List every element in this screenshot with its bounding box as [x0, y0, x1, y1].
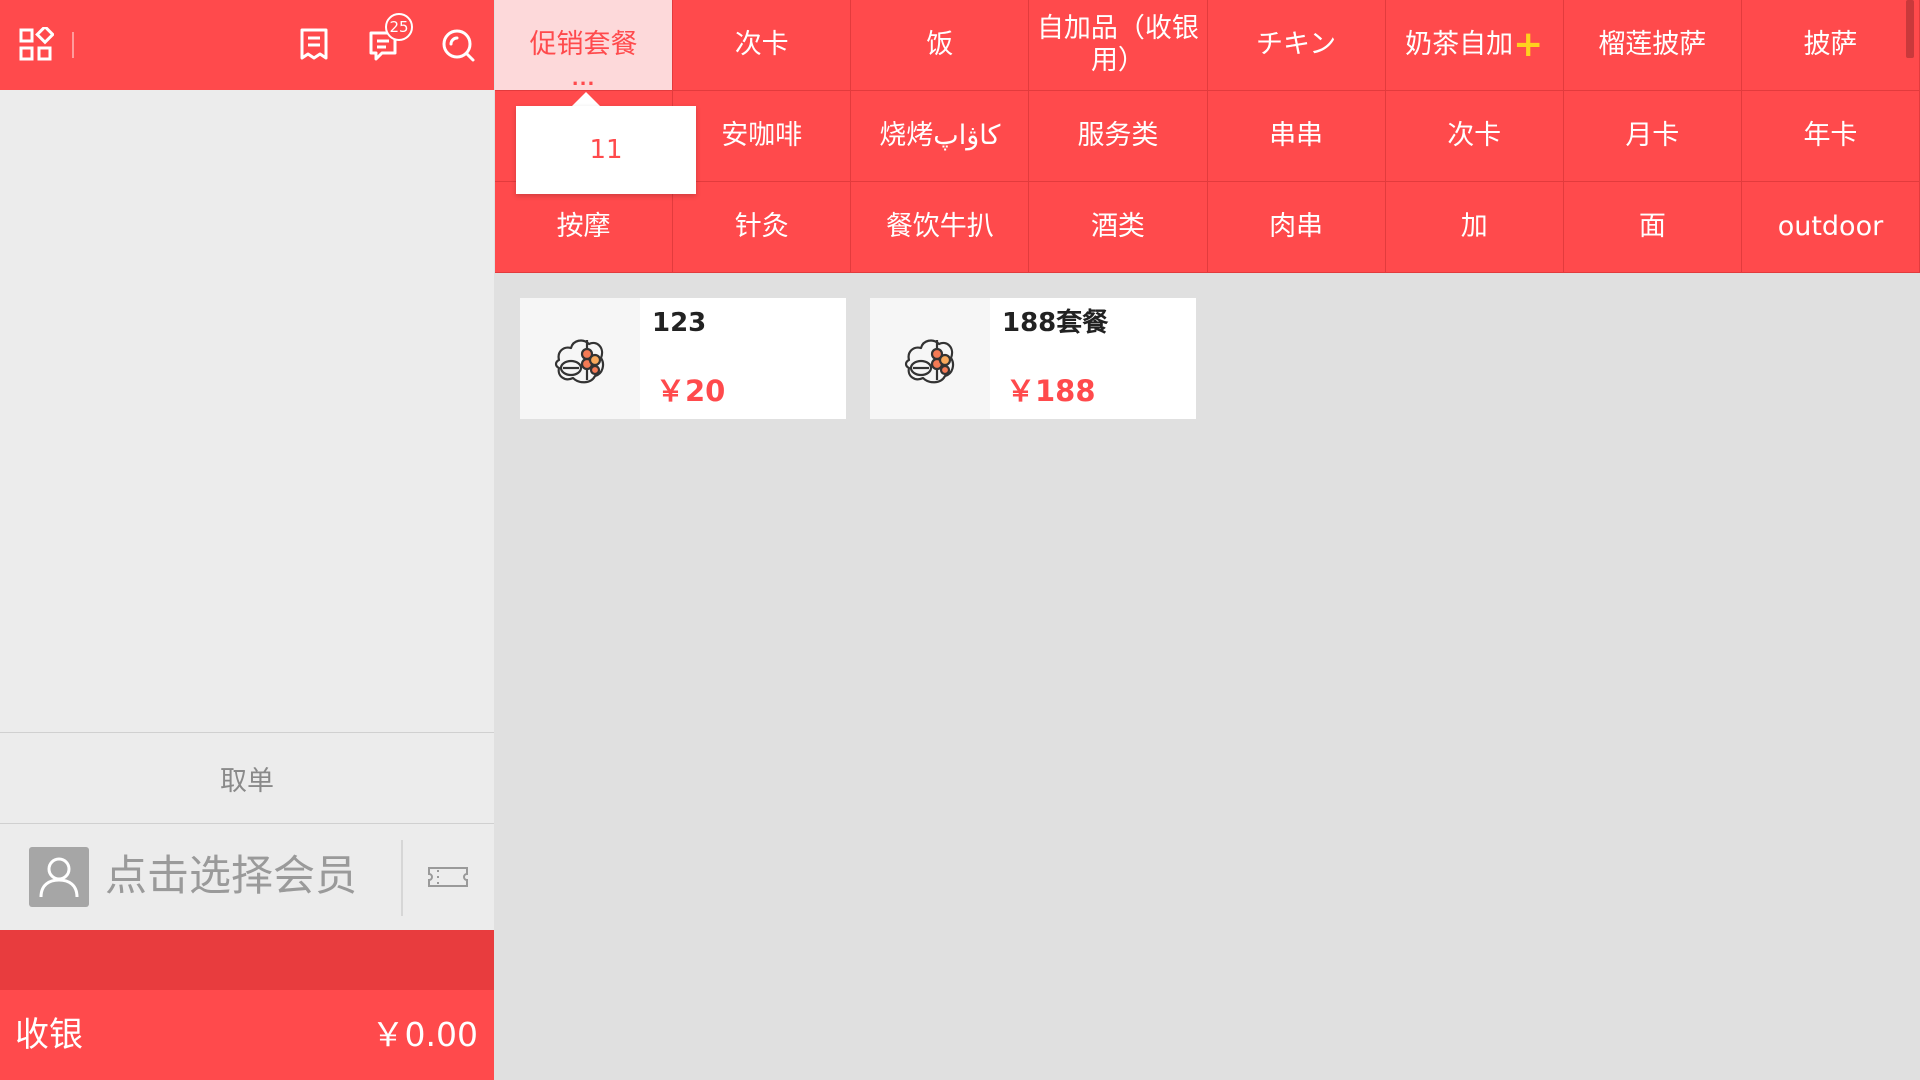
category-label: 针灸: [734, 211, 789, 242]
category-label: 奶茶自加: [1405, 29, 1514, 60]
category-label: 面: [1638, 211, 1666, 242]
pickup-order-button[interactable]: 取单: [0, 732, 494, 824]
receipt-icon[interactable]: [296, 27, 332, 63]
product-price: ￥188: [1006, 374, 1096, 408]
category-tab[interactable]: 按摩: [495, 182, 674, 273]
category-grid: 促销套餐... 次卡 饭 自加品（收银 用） チキン 奶茶自加 + 榴莲披萨 披萨安咖啡 烧烤كا…: [495, 0, 1920, 273]
plus-icon: +: [1513, 24, 1544, 65]
category-label: 自加品（收银 用）: [1036, 13, 1199, 76]
checkout-total-amount: ￥0.00: [371, 1015, 478, 1054]
category-label: 服务类: [1077, 120, 1159, 151]
category-label: 餐饮牛扒: [885, 211, 994, 242]
category-tab[interactable]: 年卡: [1741, 91, 1920, 182]
category-tab[interactable]: 针灸: [673, 182, 852, 273]
category-label: 肉串: [1269, 211, 1324, 242]
food-icon: [870, 298, 990, 419]
category-tab[interactable]: 面: [1563, 182, 1742, 273]
category-tab[interactable]: 自加品（收银 用）: [1029, 0, 1208, 91]
category-tab[interactable]: 加: [1385, 182, 1564, 273]
product-name: 188套餐: [1002, 308, 1109, 338]
category-label: 烧烤كاۋاپ: [879, 120, 1001, 151]
more-dots-icon: ...: [571, 69, 596, 90]
member-bar: 点击选择会员: [0, 824, 494, 930]
toolbar-divider: [72, 32, 74, 58]
category-tab[interactable]: 餐饮牛扒: [851, 182, 1030, 273]
product-card[interactable]: 123 ￥20: [520, 298, 846, 419]
member-divider: [401, 840, 403, 916]
order-summary-strip: [0, 930, 494, 990]
category-tab[interactable]: 饭: [851, 0, 1030, 91]
category-label: チキン: [1255, 29, 1337, 60]
category-tab[interactable]: 次卡: [1385, 91, 1564, 182]
message-count-badge: 25: [385, 13, 413, 41]
category-tab[interactable]: 奶茶自加 +: [1385, 0, 1564, 91]
category-label: 加: [1460, 211, 1488, 242]
coupon-icon[interactable]: [426, 860, 470, 894]
subcategory-popup-item[interactable]: 11: [516, 106, 696, 194]
product-price: ￥20: [656, 374, 726, 408]
category-tab[interactable]: 服务类: [1029, 91, 1208, 182]
category-tab[interactable]: 肉串: [1207, 182, 1386, 273]
category-label: 酒类: [1090, 211, 1145, 242]
category-tab[interactable]: チキン: [1207, 0, 1386, 91]
category-tab[interactable]: 月卡: [1563, 91, 1742, 182]
category-tab[interactable]: outdoor: [1741, 182, 1920, 273]
popup-arrow: [572, 92, 600, 106]
grid-menu-icon[interactable]: [18, 27, 54, 63]
category-tab[interactable]: 披萨: [1741, 0, 1920, 91]
category-label: outdoor: [1777, 211, 1884, 242]
member-placeholder-text: 点击选择会员: [105, 851, 358, 900]
category-scrollbar[interactable]: [1906, 0, 1914, 58]
product-card[interactable]: 188套餐 ￥188: [870, 298, 1196, 419]
category-label: 按摩: [556, 211, 611, 242]
category-label: 榴莲披萨: [1598, 29, 1707, 60]
search-icon[interactable]: [440, 27, 476, 63]
category-label: 披萨: [1803, 29, 1858, 60]
checkout-label: 收银: [15, 1015, 83, 1055]
category-label: 饭: [926, 29, 954, 60]
category-label: 次卡: [734, 29, 789, 60]
product-name: 123: [652, 308, 707, 338]
category-tab[interactable]: 烧烤كاۋاپ: [851, 91, 1030, 182]
category-tab[interactable]: 榴莲披萨: [1563, 0, 1742, 91]
category-tab[interactable]: 促销套餐...: [495, 0, 674, 91]
category-label: 月卡: [1625, 120, 1680, 151]
category-label: 年卡: [1803, 120, 1858, 151]
category-tab[interactable]: 次卡: [673, 0, 852, 91]
member-avatar-icon: [29, 847, 89, 907]
category-label: 串串: [1269, 120, 1324, 151]
category-tab[interactable]: 安咖啡: [673, 91, 852, 182]
order-panel: 25 取单 点击选择会员 收银 ￥0.00: [0, 0, 494, 1080]
top-toolbar: 25: [0, 0, 494, 90]
select-member-button[interactable]: 点击选择会员: [0, 824, 400, 930]
order-items-list: [0, 90, 494, 732]
category-tab[interactable]: 串串: [1207, 91, 1386, 182]
food-icon: [520, 298, 640, 419]
category-label: 次卡: [1447, 120, 1502, 151]
category-tab[interactable]: 酒类: [1029, 182, 1208, 273]
category-label: 安咖啡: [721, 120, 803, 151]
category-label: 促销套餐: [529, 29, 638, 60]
checkout-button[interactable]: 收银 ￥0.00: [0, 990, 494, 1080]
